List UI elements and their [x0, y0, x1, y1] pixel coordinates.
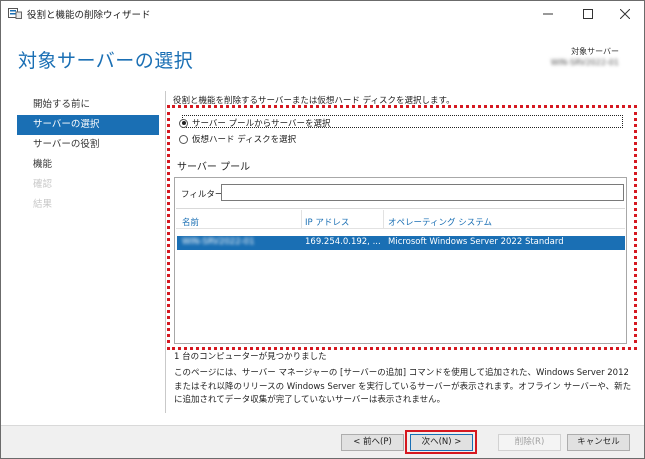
- nav-item-results: 結果: [33, 199, 53, 210]
- nav-item-before-you-begin[interactable]: 開始する前に: [17, 95, 159, 115]
- highlight-next-button-frame: [405, 430, 477, 454]
- nav-item-confirmation: 確認: [33, 179, 53, 190]
- radio-indicator-checked[interactable]: [179, 118, 188, 128]
- radio-label-vhd: 仮想ハード ディスクを選択: [192, 135, 297, 145]
- radio-select-vhd[interactable]: 仮想ハード ディスクを選択: [179, 133, 296, 145]
- radio-select-from-pool[interactable]: サーバー プールからサーバーを選択: [179, 117, 331, 129]
- radio-label-pool: サーバー プールからサーバーを選択: [192, 119, 331, 129]
- page-title: 対象サーバーの選択: [18, 50, 194, 72]
- nav-divider: [165, 91, 166, 413]
- radio-indicator[interactable]: [179, 134, 188, 144]
- grid-header-border: [176, 228, 625, 229]
- cell-operating-system: Microsoft Windows Server 2022 Standard: [388, 237, 564, 247]
- server-pool-heading: サーバー プール: [177, 162, 251, 173]
- close-button[interactable]: [607, 1, 643, 27]
- title-bar: 役割と機能の削除ウィザード: [1, 1, 644, 27]
- column-header-os[interactable]: オペレーティング システム: [388, 216, 492, 228]
- close-icon: [620, 9, 630, 19]
- cell-server-name: WIN-SRV2022-01: [182, 237, 255, 247]
- nav-item-server-selection[interactable]: サーバーの選択: [17, 115, 159, 135]
- wizard-window: 役割と機能の削除ウィザード 対象サーバーの選択 対象サーバー WIN-SRV20…: [0, 0, 645, 459]
- table-row[interactable]: WIN-SRV2022-01 169.254.0.192, ... Micros…: [177, 236, 625, 250]
- filter-label: フィルター:: [181, 190, 227, 200]
- column-separator[interactable]: [301, 210, 302, 228]
- column-separator[interactable]: [383, 210, 384, 228]
- nav-item-server-roles[interactable]: サーバーの役割: [17, 135, 159, 155]
- description-text: このページには、サーバー マネージャーの [サーバーの追加] コマンドを使用して…: [174, 368, 632, 405]
- filter-input[interactable]: [221, 184, 624, 201]
- maximize-icon: [583, 9, 593, 19]
- remove-button: 削除(R): [498, 434, 561, 451]
- minimize-icon: [543, 13, 553, 15]
- server-wizard-icon: [8, 8, 22, 19]
- minimize-button[interactable]: [530, 1, 566, 27]
- target-server-label: 対象サーバー: [571, 47, 619, 56]
- column-header-name[interactable]: 名前: [182, 216, 199, 228]
- back-button[interactable]: < 前へ(P): [341, 434, 404, 451]
- server-pool-panel: [174, 177, 627, 344]
- wizard-nav: 開始する前に サーバーの選択 サーバーの役割 機能 確認 結果: [17, 95, 159, 215]
- grid-top-border: [176, 208, 625, 209]
- maximize-button[interactable]: [570, 1, 606, 27]
- cancel-button[interactable]: キャンセル: [567, 434, 630, 451]
- found-count-text: 1 台のコンピューターが見つかりました: [174, 352, 327, 362]
- nav-item-features[interactable]: 機能: [17, 155, 159, 175]
- cell-ip-address: 169.254.0.192, ...: [305, 237, 381, 247]
- column-header-ip[interactable]: IP アドレス: [305, 216, 349, 228]
- target-server-value: WIN-SRV2022-01: [550, 58, 619, 67]
- window-title: 役割と機能の削除ウィザード: [27, 10, 151, 21]
